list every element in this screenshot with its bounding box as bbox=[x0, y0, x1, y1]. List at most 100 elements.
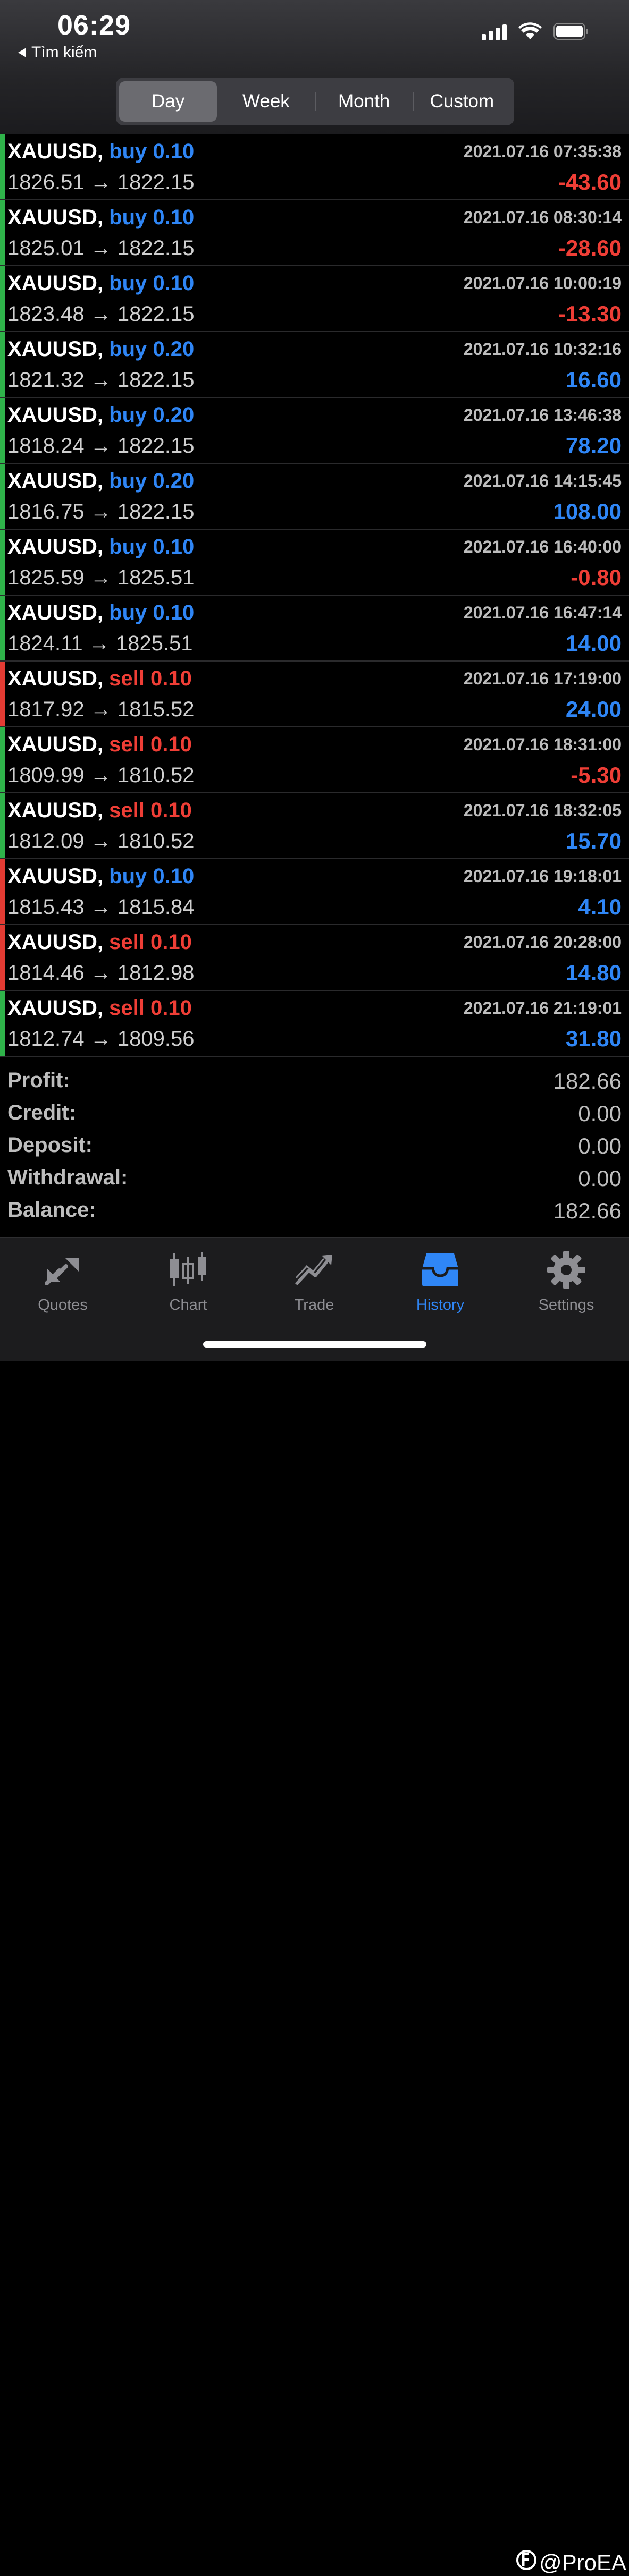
tab-chart[interactable]: Chart bbox=[140, 1249, 236, 1314]
trade-profit: -0.80 bbox=[571, 565, 622, 590]
arrow-right-icon: → bbox=[90, 829, 112, 853]
trade-row[interactable]: XAUUSD, sell 0.10 2021.07.16 18:31:00 1809… bbox=[0, 727, 629, 793]
tab-trade[interactable]: Trade bbox=[266, 1249, 362, 1314]
trade-symbol: XAUUSD, bbox=[7, 140, 104, 163]
trade-profit: 14.80 bbox=[565, 960, 622, 985]
close-price: 1812.98 bbox=[117, 961, 195, 985]
trade-row[interactable]: XAUUSD, buy 0.10 2021.07.16 08:30:14 1825.… bbox=[0, 200, 629, 266]
watermark-text: @ProEA bbox=[539, 2550, 627, 2575]
summary-row: Balance: 182.66 bbox=[0, 1193, 629, 1225]
trade-history-list: XAUUSD, buy 0.10 2021.07.16 07:35:38 1826.… bbox=[0, 134, 629, 1057]
trade-status-indicator bbox=[0, 859, 5, 924]
summary-row: Credit: 0.00 bbox=[0, 1096, 629, 1128]
summary-value: 182.66 bbox=[553, 1069, 622, 1094]
trade-symbol: XAUUSD, bbox=[7, 799, 104, 822]
tab-history[interactable]: History bbox=[392, 1249, 488, 1314]
trade-volume: 0.10 bbox=[153, 206, 195, 229]
trade-prices: 1824.11 → 1825.51 bbox=[7, 632, 192, 656]
history-icon bbox=[392, 1249, 488, 1291]
trade-prices: 1817.92 → 1815.52 bbox=[7, 698, 194, 722]
trade-row[interactable]: XAUUSD, buy 0.20 2021.07.16 14:15:45 1816.… bbox=[0, 464, 629, 530]
close-price: 1825.51 bbox=[115, 632, 193, 655]
open-price: 1825.01 bbox=[7, 236, 85, 260]
tab-day[interactable]: Day bbox=[119, 81, 217, 122]
trade-profit: 15.70 bbox=[565, 828, 622, 853]
battery-icon bbox=[553, 23, 589, 40]
trade-icon bbox=[266, 1249, 362, 1291]
gear-icon bbox=[518, 1249, 614, 1291]
trade-status-indicator bbox=[0, 332, 5, 397]
trade-prices: 1818.24 → 1822.15 bbox=[7, 434, 194, 458]
trade-row[interactable]: XAUUSD, buy 0.10 2021.07.16 10:00:19 1823.… bbox=[0, 266, 629, 332]
trade-volume: 0.10 bbox=[153, 140, 195, 163]
close-price: 1822.15 bbox=[117, 236, 195, 260]
trade-profit: 16.60 bbox=[565, 367, 622, 392]
trade-profit: 108.00 bbox=[553, 499, 622, 524]
summary-row: Withdrawal: 0.00 bbox=[0, 1160, 629, 1193]
summary-label: Credit: bbox=[7, 1101, 76, 1124]
trade-profit: 24.00 bbox=[565, 697, 622, 722]
trade-datetime: 2021.07.16 07:35:38 bbox=[463, 142, 622, 161]
trade-row[interactable]: XAUUSD, buy 0.10 2021.07.16 16:40:00 1825.… bbox=[0, 530, 629, 596]
arrow-right-icon: → bbox=[90, 566, 112, 589]
tab-week[interactable]: Week bbox=[217, 81, 315, 122]
trade-profit: -43.60 bbox=[558, 170, 622, 194]
trade-direction: buy bbox=[109, 535, 147, 558]
trade-row[interactable]: XAUUSD, buy 0.20 2021.07.16 10:32:16 1821.… bbox=[0, 332, 629, 398]
trade-volume: 0.10 bbox=[150, 667, 192, 690]
close-price: 1822.15 bbox=[117, 434, 195, 457]
close-price: 1815.84 bbox=[117, 895, 195, 919]
tab-settings-label: Settings bbox=[538, 1297, 594, 1314]
trade-status-indicator bbox=[0, 793, 5, 858]
trade-status-indicator bbox=[0, 134, 5, 199]
arrow-right-icon: → bbox=[90, 698, 112, 721]
trade-status-indicator bbox=[0, 596, 5, 660]
tab-quotes[interactable]: Quotes bbox=[15, 1249, 111, 1314]
arrow-right-icon: → bbox=[90, 236, 112, 260]
home-indicator[interactable] bbox=[203, 1341, 426, 1348]
trade-datetime: 2021.07.16 13:46:38 bbox=[463, 405, 622, 425]
wifi-icon bbox=[518, 22, 542, 40]
trade-status-indicator bbox=[0, 662, 5, 726]
trade-row[interactable]: XAUUSD, sell 0.10 2021.07.16 18:32:05 1812… bbox=[0, 793, 629, 859]
trade-symbol: XAUUSD, bbox=[7, 535, 104, 558]
open-price: 1812.74 bbox=[7, 1027, 85, 1050]
trade-title: XAUUSD, buy 0.10 bbox=[7, 601, 194, 625]
trade-title: XAUUSD, buy 0.10 bbox=[7, 140, 194, 164]
summary-label: Balance: bbox=[7, 1198, 96, 1222]
back-label: Tìm kiếm bbox=[31, 44, 97, 61]
trade-title: XAUUSD, buy 0.20 bbox=[7, 469, 194, 493]
trade-prices: 1809.99 → 1810.52 bbox=[7, 764, 194, 787]
tab-month[interactable]: Month bbox=[315, 81, 413, 122]
trade-row[interactable]: XAUUSD, buy 0.10 2021.07.16 07:35:38 1826.… bbox=[0, 134, 629, 200]
trade-volume: 0.20 bbox=[153, 403, 195, 427]
arrow-right-icon: → bbox=[90, 500, 112, 523]
open-price: 1823.48 bbox=[7, 302, 85, 326]
trade-row[interactable]: XAUUSD, buy 0.10 2021.07.16 19:18:01 1815.… bbox=[0, 859, 629, 925]
trade-row[interactable]: XAUUSD, sell 0.10 2021.07.16 21:19:01 1812… bbox=[0, 991, 629, 1057]
summary-label: Withdrawal: bbox=[7, 1166, 128, 1189]
trade-row[interactable]: XAUUSD, sell 0.10 2021.07.16 20:28:00 1814… bbox=[0, 925, 629, 991]
trade-status-indicator bbox=[0, 200, 5, 265]
summary-label: Deposit: bbox=[7, 1133, 93, 1157]
trade-prices: 1812.74 → 1809.56 bbox=[7, 1027, 194, 1051]
back-button[interactable]: Tìm kiếm bbox=[18, 44, 97, 62]
trade-title: XAUUSD, sell 0.10 bbox=[7, 667, 192, 691]
trade-symbol: XAUUSD, bbox=[7, 667, 104, 690]
watermark-logo-icon bbox=[516, 2549, 537, 2576]
trade-row[interactable]: XAUUSD, buy 0.10 2021.07.16 16:47:14 1824.… bbox=[0, 596, 629, 662]
trade-row[interactable]: XAUUSD, sell 0.10 2021.07.16 17:19:00 1817… bbox=[0, 662, 629, 727]
trade-symbol: XAUUSD, bbox=[7, 601, 104, 624]
trade-status-indicator bbox=[0, 266, 5, 331]
tab-custom[interactable]: Custom bbox=[413, 81, 511, 122]
trade-title: XAUUSD, sell 0.10 bbox=[7, 733, 192, 757]
tab-settings[interactable]: Settings bbox=[518, 1249, 614, 1314]
close-price: 1810.52 bbox=[117, 764, 195, 787]
trade-direction: buy bbox=[109, 337, 147, 361]
tab-trade-label: Trade bbox=[294, 1297, 334, 1314]
trade-title: XAUUSD, buy 0.20 bbox=[7, 337, 194, 361]
trade-volume: 0.10 bbox=[153, 272, 195, 295]
trade-row[interactable]: XAUUSD, buy 0.20 2021.07.16 13:46:38 1818.… bbox=[0, 398, 629, 464]
account-summary: Profit: 182.66 Credit: 0.00 Deposit: 0.00 With… bbox=[0, 1063, 629, 1225]
trade-status-indicator bbox=[0, 925, 5, 990]
